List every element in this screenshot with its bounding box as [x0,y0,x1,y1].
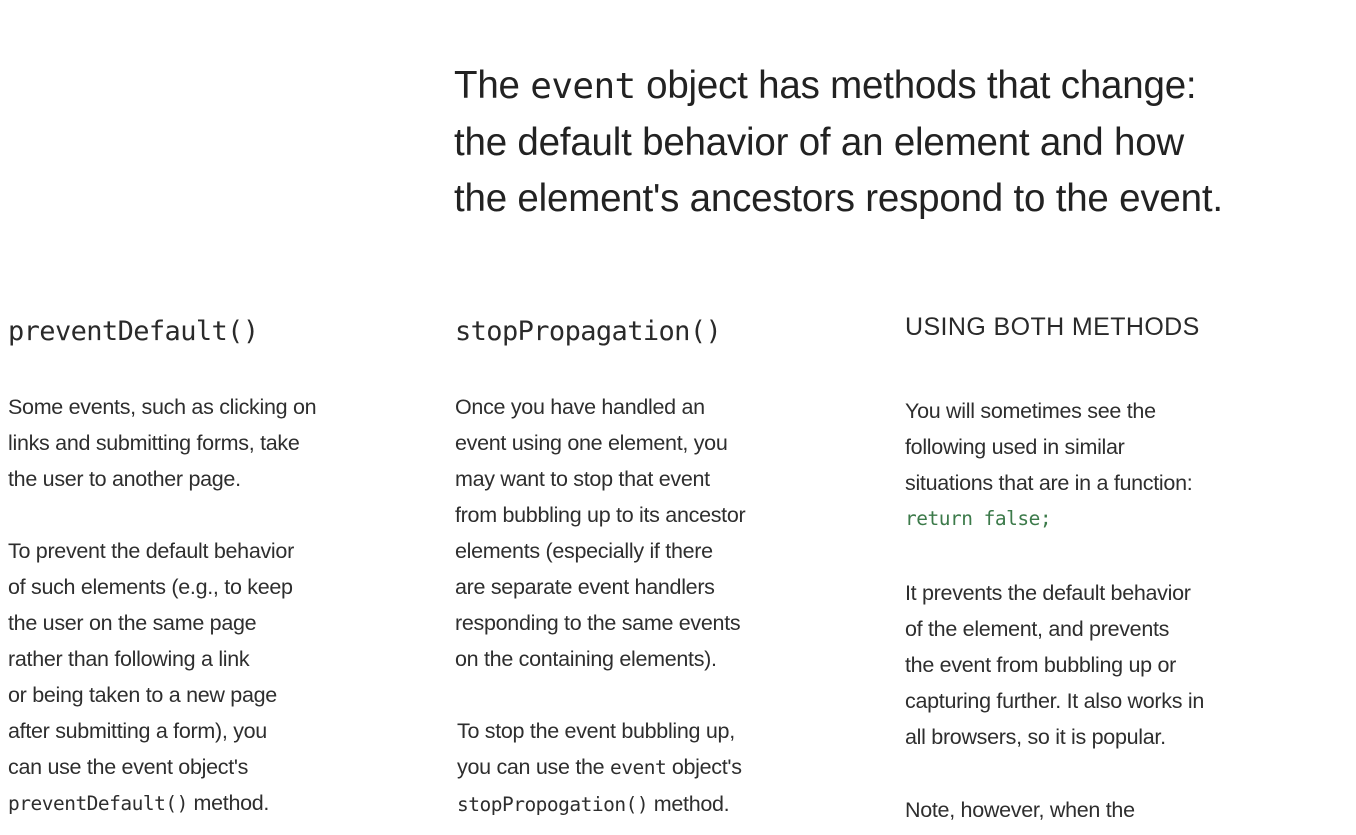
text-line: the user on the same page [8,611,257,635]
headline-line-3: the element's ancestors respond to the e… [454,177,1223,220]
text-line: preventDefault() method. [8,785,294,822]
text-line: event using one element, you [455,431,728,455]
text-line: links and submitting forms, take [8,431,300,455]
text-line: elements (especially if there [455,539,713,563]
text-line: or being taken to a new page [8,683,277,707]
paragraph: Some events, such as clicking on links a… [8,389,317,497]
headline-code-event: event [530,66,636,107]
code-event: event [609,756,667,779]
code-stop-propogation: stopPropogation() [457,793,649,816]
text-line: you can use the event object's [457,749,742,786]
text-line: the user to another page. [8,467,241,491]
text-line: It prevents the default behavior [905,581,1191,605]
headline-line-1: The event object has methods that change… [454,58,1334,115]
text-line: the event from bubbling up or [905,653,1176,677]
headline-text: object has methods that change: [635,64,1197,107]
text-line: To stop the event bubbling up, [457,719,735,743]
text-line: after submitting a form), you [8,719,267,743]
code-prevent-default: preventDefault() [8,792,188,815]
column-title: preventDefault() [8,316,259,347]
text-line: Once you have handled an [455,395,705,419]
paragraph: Note, however, when the [905,792,1135,828]
text-line: stopPropogation() method. [457,786,742,823]
text-fragment: method. [187,791,270,815]
text-line: You will sometimes see the [905,399,1156,423]
paragraph: To prevent the default behavior of such … [8,533,294,822]
text-line: capturing further. It also works in [905,689,1205,713]
text-line: all browsers, so it is popular. [905,725,1166,749]
text-fragment: object's [666,755,742,779]
text-line: rather than following a link [8,647,250,671]
headline-text: The [454,64,531,107]
paragraph: To stop the event bubbling up, you can u… [457,713,742,823]
paragraph: You will sometimes see the following use… [905,393,1193,537]
column-title: USING BOTH METHODS [905,313,1200,341]
text-fragment: you can use the [457,755,610,779]
text-line: of such elements (e.g., to keep [8,575,293,599]
text-fragment: method. [648,792,730,816]
text-line: can use the event object's [8,755,249,779]
text-line: from bubbling up to its ancestor [455,503,746,527]
text-line: of the element, and prevents [905,617,1170,641]
text-line: situations that are in a function: [905,471,1193,495]
paragraph: It prevents the default behavior of the … [905,575,1204,755]
text-line: following used in similar [905,435,1125,459]
text-line: Some events, such as clicking on [8,395,317,419]
text-line: Note, however, when the [905,798,1135,822]
headline-line-2: the default behavior of an element and h… [454,121,1185,164]
text-line: on the containing elements). [455,647,717,671]
text-line: are separate event handlers [455,575,715,599]
text-line: may want to stop that event [455,467,710,491]
paragraph: Once you have handled an event using one… [455,389,746,677]
column-title: stopPropagation() [455,316,722,347]
code-return-false: return false; [905,507,1052,530]
section-headline: The event object has methods that change… [454,58,1334,227]
text-line: To prevent the default behavior [8,539,294,563]
text-line: responding to the same events [455,611,741,635]
